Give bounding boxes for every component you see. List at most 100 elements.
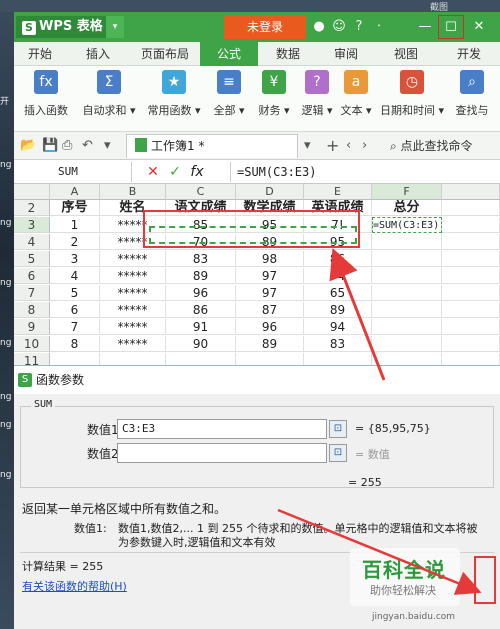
column-header[interactable]: F (372, 184, 442, 200)
table-cell[interactable]: ***** (100, 336, 166, 352)
new-tab-icon[interactable]: + (326, 136, 339, 156)
table-cell[interactable]: 86 (304, 251, 372, 267)
formula-input[interactable]: =SUM(C3:E3) (230, 162, 316, 182)
select-all-corner[interactable] (14, 184, 50, 200)
row-header[interactable]: 3 (14, 217, 50, 233)
tab-3[interactable]: 公式 (200, 42, 258, 66)
ribbon-button[interactable]: a 文本 ▾ (334, 70, 378, 128)
table-cell[interactable]: 97 (236, 268, 304, 284)
toolbar-dropdown-icon[interactable]: ▾ (104, 136, 111, 156)
table-cell[interactable] (442, 251, 500, 267)
table-cell[interactable] (442, 319, 500, 335)
table-cell[interactable]: 89 (304, 302, 372, 318)
table-cell[interactable]: 6 (50, 302, 100, 318)
skin-icon[interactable]: ● (311, 16, 327, 38)
minimize-icon[interactable]: — (412, 15, 438, 39)
table-cell[interactable]: 94 (304, 319, 372, 335)
maximize-icon[interactable]: ☐ (438, 15, 464, 39)
table-cell[interactable]: ***** (100, 251, 166, 267)
table-cell[interactable]: 83 (304, 336, 372, 352)
tab-list-icon[interactable]: ▾ (304, 136, 311, 156)
confirm-icon[interactable]: ✓ (164, 162, 186, 182)
arg1-input[interactable]: C3:E3 (117, 419, 327, 439)
print-icon[interactable]: ⎙ (62, 136, 72, 156)
table-cell[interactable] (372, 302, 442, 318)
table-cell[interactable]: 8 (50, 336, 100, 352)
table-cell[interactable] (442, 217, 500, 233)
close-icon[interactable]: ✕ (466, 15, 492, 39)
table-cell[interactable] (442, 302, 500, 318)
table-cell[interactable] (442, 200, 500, 216)
column-header[interactable]: C (166, 184, 236, 200)
table-cell[interactable]: 96 (166, 285, 236, 301)
ribbon-button[interactable]: ◷ 日期和时间 ▾ (380, 70, 444, 128)
table-cell[interactable]: 89 (236, 336, 304, 352)
table-cell[interactable] (442, 336, 500, 352)
prev-tab-icon[interactable]: ‹ (346, 136, 351, 156)
name-box[interactable]: SUM (14, 162, 132, 182)
table-cell[interactable]: 3 (50, 251, 100, 267)
table-cell[interactable] (372, 319, 442, 335)
table-cell[interactable]: =SUM(C3:E3) (372, 217, 442, 233)
ribbon-button[interactable]: Σ 自动求和 ▾ (78, 70, 140, 128)
table-cell[interactable]: 98 (236, 251, 304, 267)
row-header[interactable]: 4 (14, 234, 50, 250)
help-link[interactable]: 有关该函数的帮助(H) (22, 578, 127, 594)
ribbon-button[interactable]: ¥ 财务 ▾ (250, 70, 298, 128)
row-header[interactable]: 7 (14, 285, 50, 301)
row-header[interactable]: 6 (14, 268, 50, 284)
table-cell[interactable]: ***** (100, 268, 166, 284)
table-cell[interactable]: 90 (166, 336, 236, 352)
table-cell[interactable]: 4 (50, 268, 100, 284)
tab-7[interactable]: 开发 (438, 42, 500, 66)
fx-icon[interactable]: fx (186, 162, 208, 182)
ribbon-button[interactable]: fx 插入函数 (16, 70, 76, 128)
table-cell[interactable] (442, 285, 500, 301)
column-header[interactable]: D (236, 184, 304, 200)
table-cell[interactable] (372, 336, 442, 352)
column-header[interactable]: A (50, 184, 100, 200)
help-icon[interactable]: ? (351, 16, 367, 38)
undo-icon[interactable]: ↶ (82, 136, 93, 156)
row-header[interactable]: 10 (14, 336, 50, 352)
table-cell[interactable]: 97 (236, 285, 304, 301)
table-cell[interactable]: ***** (100, 302, 166, 318)
table-cell[interactable]: 91 (166, 319, 236, 335)
table-cell[interactable]: 86 (166, 302, 236, 318)
table-cell[interactable]: 65 (304, 285, 372, 301)
ribbon-button[interactable]: ? 逻辑 ▾ (300, 70, 334, 128)
table-cell[interactable] (372, 268, 442, 284)
table-cell[interactable]: ***** (100, 319, 166, 335)
tab-6[interactable]: 视图 (378, 42, 434, 66)
row-header[interactable]: 9 (14, 319, 50, 335)
table-cell[interactable]: 序号 (50, 200, 100, 216)
table-cell[interactable]: 总分 (372, 200, 442, 216)
table-cell[interactable] (372, 234, 442, 250)
tab-1[interactable]: 插入 (70, 42, 126, 66)
feedback-icon[interactable]: ☺ (331, 16, 347, 38)
ribbon-button[interactable]: ⌕ 查找与 (444, 70, 500, 128)
column-header[interactable]: E (304, 184, 372, 200)
collapse-arg2-icon[interactable]: ⊡ (329, 444, 347, 462)
table-cell[interactable] (442, 234, 500, 250)
cancel-icon[interactable]: ✕ (142, 162, 164, 182)
tab-5[interactable]: 审阅 (318, 42, 374, 66)
table-cell[interactable]: 74 (304, 268, 372, 284)
find-command[interactable]: ⌕ 点此查找命令 (390, 136, 473, 156)
login-button[interactable]: 未登录 (224, 15, 306, 39)
table-cell[interactable]: 83 (166, 251, 236, 267)
row-header[interactable]: 5 (14, 251, 50, 267)
tab-0[interactable]: 开始 (14, 42, 66, 66)
next-tab-icon[interactable]: › (362, 136, 367, 156)
row-header[interactable]: 8 (14, 302, 50, 318)
ribbon-button[interactable]: ★ 常用函数 ▾ (142, 70, 206, 128)
table-cell[interactable]: 96 (236, 319, 304, 335)
table-cell[interactable]: 2 (50, 234, 100, 250)
table-cell[interactable] (442, 268, 500, 284)
table-cell[interactable]: 1 (50, 217, 100, 233)
tab-workbook1[interactable]: 工作簿1 * (126, 134, 298, 158)
tab-4[interactable]: 数据 (262, 42, 314, 66)
table-cell[interactable]: 89 (166, 268, 236, 284)
app-menu-dropdown-icon[interactable]: ▾ (106, 16, 124, 38)
arg2-input[interactable] (117, 443, 327, 463)
